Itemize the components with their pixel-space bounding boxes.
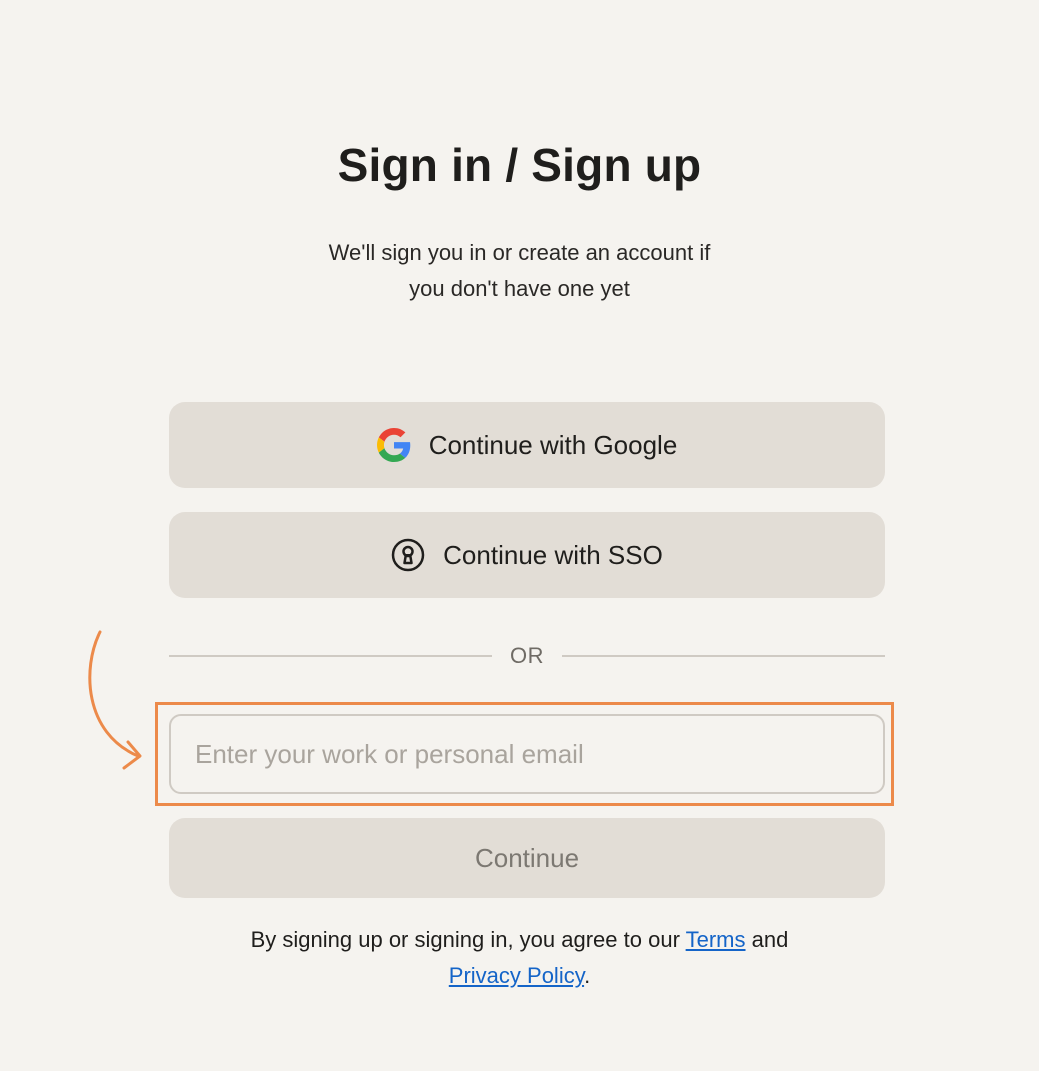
page-subtitle: We'll sign you in or create an account i…: [0, 235, 1039, 307]
page-title: Sign in / Sign up: [337, 139, 702, 191]
continue-with-google-button[interactable]: Continue with Google: [169, 402, 885, 488]
terms-link[interactable]: Terms: [686, 927, 746, 952]
google-button-label: Continue with Google: [428, 429, 678, 460]
continue-button-label: Continue: [474, 842, 580, 873]
divider-label: OR: [510, 643, 544, 668]
google-logo-icon: [376, 428, 411, 462]
sign-in-page: Sign in / Sign up We'll sign you in or c…: [0, 0, 1039, 1071]
keyhole-icon: [391, 538, 425, 572]
continue-button[interactable]: Continue: [169, 818, 885, 898]
curved-arrow-icon: [88, 630, 142, 770]
divider-line-left: [169, 655, 492, 657]
continue-with-sso-button[interactable]: Continue with SSO: [169, 512, 885, 598]
legal-suffix: .: [584, 963, 591, 988]
subtitle-line-1: We'll sign you in or create an account i…: [328, 240, 711, 265]
or-divider: OR: [169, 641, 885, 671]
email-input[interactable]: [169, 714, 885, 794]
sso-button-label: Continue with SSO: [443, 539, 663, 570]
legal-prefix: By signing up or signing in, you agree t…: [250, 927, 680, 952]
privacy-policy-link[interactable]: Privacy Policy: [449, 963, 584, 988]
legal-notice: By signing up or signing in, you agree t…: [0, 922, 1039, 994]
legal-conjunction: and: [751, 927, 789, 952]
divider-line-right: [562, 655, 885, 657]
subtitle-line-2: you don't have one yet: [409, 276, 630, 301]
